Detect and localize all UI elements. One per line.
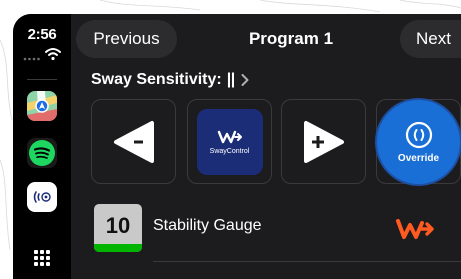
sway-sensitivity-value: || <box>226 71 235 88</box>
carplay-sidebar: 2:56 <box>13 14 71 279</box>
plus-icon <box>303 120 344 163</box>
minus-icon <box>113 120 154 163</box>
wifi-icon <box>45 48 61 61</box>
sway-brand-logo <box>396 219 434 239</box>
grid-icon[interactable] <box>34 250 50 266</box>
sway-logo-icon <box>217 130 242 143</box>
list-divider <box>153 261 461 262</box>
stability-gauge-label: Stability Gauge <box>153 217 262 234</box>
decrease-sensitivity-button[interactable] <box>91 99 176 184</box>
stability-gauge-value-box: 10 <box>94 204 142 252</box>
sway-app-icon[interactable] <box>27 182 57 212</box>
cellular-signal-icon <box>23 57 40 61</box>
override-tile[interactable]: Override <box>376 99 461 184</box>
sway-sensitivity-row[interactable]: Sway Sensitivity: || <box>91 69 249 91</box>
override-label: Override <box>397 152 440 164</box>
sway-sensitivity-label: Sway Sensitivity: <box>91 71 222 88</box>
chevron-right-icon <box>241 74 249 86</box>
swaycontrol-app-button[interactable]: SwayControl <box>187 99 272 184</box>
stability-gauge-bar <box>94 244 142 252</box>
spotify-app-icon[interactable] <box>27 138 57 168</box>
main-panel: Previous Program 1 Next Sway Sensitivity… <box>71 14 461 279</box>
status-time: 2:56 <box>27 26 57 43</box>
increase-sensitivity-button[interactable] <box>281 99 366 184</box>
override-button[interactable]: Override <box>377 99 460 184</box>
maps-app-icon[interactable] <box>27 91 57 121</box>
override-icon <box>405 121 432 148</box>
stability-gauge-value: 10 <box>105 213 131 238</box>
swaycontrol-logo-text: SwayControl <box>209 147 250 155</box>
carplay-screen: 2:56 Previous Program 1 Next Sway Sensit… <box>13 14 461 279</box>
sidebar-divider <box>27 79 57 80</box>
previous-button[interactable]: Previous <box>76 20 177 58</box>
swaycontrol-logo: SwayControl <box>196 108 263 175</box>
page-title: Program 1 <box>248 29 334 48</box>
next-button[interactable]: Next <box>400 20 461 58</box>
